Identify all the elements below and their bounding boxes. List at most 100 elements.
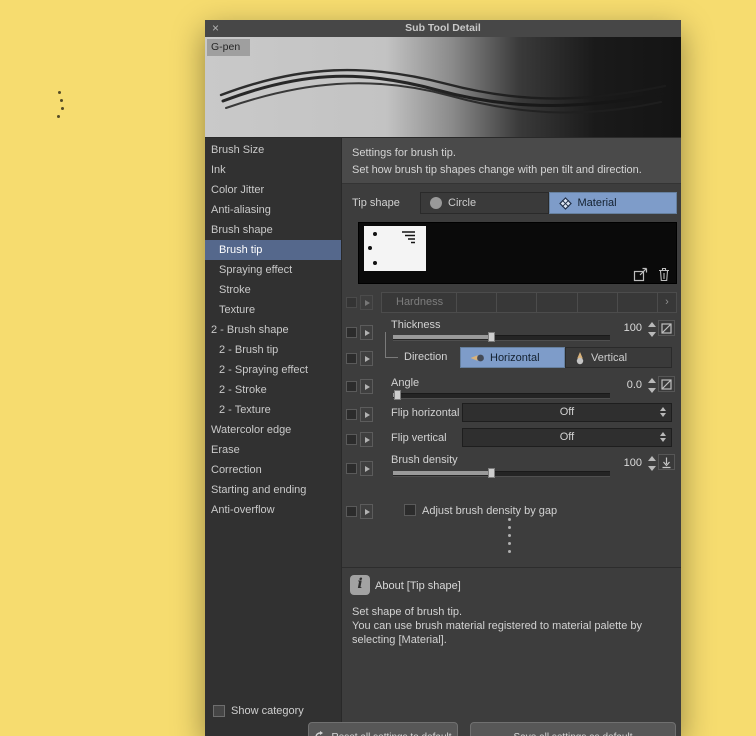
sub-tool-detail-window: × Sub Tool Detail G-pen Brush Size Ink C… xyxy=(205,20,681,736)
direction-expander-button[interactable] xyxy=(360,351,373,366)
brush-density-stepper[interactable] xyxy=(646,456,657,471)
sidebar-item-anti-aliasing[interactable]: Anti-aliasing xyxy=(205,200,341,220)
sidebar-item-anti-overflow[interactable]: Anti-overflow xyxy=(205,500,341,520)
sidebar-item-2-texture[interactable]: 2 - Texture xyxy=(205,400,341,420)
sidebar-item-erase[interactable]: Erase xyxy=(205,440,341,460)
sidebar-item-2-spraying-effect[interactable]: 2 - Spraying effect xyxy=(205,360,341,380)
horizontal-direction-icon xyxy=(470,354,484,361)
sidebar-item-spraying-effect[interactable]: Spraying effect xyxy=(205,260,341,280)
sidebar-item-2-stroke[interactable]: 2 - Stroke xyxy=(205,380,341,400)
thickness-slider-fill xyxy=(393,332,495,342)
sidebar-item-color-jitter[interactable]: Color Jitter xyxy=(205,180,341,200)
brush-density-slider-fill xyxy=(393,468,495,478)
delete-material-button[interactable] xyxy=(655,266,673,282)
no-dynamics-icon xyxy=(661,322,672,334)
reset-button-label: Reset all settings to default xyxy=(331,732,451,736)
brush-density-expander-button[interactable] xyxy=(360,461,373,476)
hardness-label: Hardness xyxy=(396,296,444,308)
brush-density-enable-checkbox[interactable] xyxy=(346,463,357,474)
flip-vertical-dropdown[interactable]: Off xyxy=(462,428,672,447)
direction-vertical-button[interactable]: Vertical xyxy=(565,347,672,368)
angle-dynamics-button[interactable] xyxy=(658,376,675,392)
sidebar-item-2-brush-shape[interactable]: 2 - Brush shape xyxy=(205,320,341,340)
reset-all-settings-button[interactable]: Reset all settings to default xyxy=(308,722,458,736)
thickness-slider-thumb[interactable] xyxy=(487,332,495,342)
flip-vertical-value: Off xyxy=(559,431,575,443)
flip-vertical-expander-button[interactable] xyxy=(360,432,373,447)
sidebar-item-correction[interactable]: Correction xyxy=(205,460,341,480)
angle-slider-thumb[interactable] xyxy=(394,390,402,400)
material-tools xyxy=(632,266,673,282)
more-settings-dots xyxy=(508,518,511,558)
brush-density-dynamics-button[interactable] xyxy=(658,454,675,470)
hardness-enable-checkbox[interactable] xyxy=(346,297,357,308)
adjust-gap-checkbox[interactable] xyxy=(404,504,416,516)
swatch-dot xyxy=(368,246,372,250)
brush-density-slider[interactable] xyxy=(393,466,610,479)
material-list xyxy=(358,222,677,284)
flip-horizontal-dropdown[interactable]: Off xyxy=(462,403,672,422)
brush-stroke-preview: G-pen xyxy=(205,37,681,138)
tip-shape-circle-button[interactable]: Circle xyxy=(420,192,549,214)
sidebar-item-2-brush-tip[interactable]: 2 - Brush tip xyxy=(205,340,341,360)
trash-icon xyxy=(659,267,669,281)
sidebar-item-stroke[interactable]: Stroke xyxy=(205,280,341,300)
hardness-level-cell[interactable] xyxy=(576,293,617,312)
sidebar-item-texture[interactable]: Texture xyxy=(205,300,341,320)
thickness-dynamics-button[interactable] xyxy=(658,320,675,336)
thickness-slider[interactable] xyxy=(393,330,610,343)
show-category-checkbox[interactable] xyxy=(213,705,225,717)
brush-density-value: 100 xyxy=(623,457,642,469)
about-divider xyxy=(342,567,681,568)
group-bracket xyxy=(385,357,398,358)
vertical-button-label: Vertical xyxy=(591,351,628,364)
hardness-level-cell[interactable] xyxy=(616,293,657,312)
save-all-settings-button[interactable]: Save all settings as default xyxy=(470,722,676,736)
about-line-2: You can use brush material registered to… xyxy=(352,620,643,632)
sidebar-item-watercolor-edge[interactable]: Watercolor edge xyxy=(205,420,341,440)
flip-vertical-enable-checkbox[interactable] xyxy=(346,434,357,445)
angle-enable-checkbox[interactable] xyxy=(346,381,357,392)
angle-slider[interactable] xyxy=(393,388,610,401)
thickness-expander-button[interactable] xyxy=(360,325,373,340)
sidebar-item-brush-size[interactable]: Brush Size xyxy=(205,140,341,160)
thickness-stepper[interactable] xyxy=(646,322,657,337)
register-material-button[interactable] xyxy=(632,266,650,282)
show-category-control[interactable]: Show category xyxy=(213,705,304,717)
flip-horizontal-enable-checkbox[interactable] xyxy=(346,409,357,420)
material-swatch[interactable] xyxy=(364,226,426,271)
swatch-dot xyxy=(373,232,377,236)
direction-horizontal-button[interactable]: Horizontal xyxy=(460,347,565,368)
adjust-gap-expander-button[interactable] xyxy=(360,504,373,519)
thickness-value: 100 xyxy=(623,322,642,334)
sidebar-item-brush-tip[interactable]: Brush tip xyxy=(205,240,341,260)
sidebar-item-brush-shape[interactable]: Brush shape xyxy=(205,220,341,240)
title-bar[interactable]: × Sub Tool Detail xyxy=(205,20,681,38)
flip-horizontal-expander-button[interactable] xyxy=(360,407,373,422)
hardness-expander-button[interactable] xyxy=(360,295,373,310)
tip-shape-material-button[interactable]: Material xyxy=(548,192,677,214)
direction-enable-checkbox[interactable] xyxy=(346,353,357,364)
adjust-gap-enable-checkbox[interactable] xyxy=(346,506,357,517)
group-bracket xyxy=(385,332,386,358)
swatch-nib-marks xyxy=(402,231,415,244)
save-button-label: Save all settings as default xyxy=(514,732,633,736)
hardness-level-cell[interactable] xyxy=(536,293,576,312)
register-material-icon xyxy=(633,267,648,281)
thickness-enable-checkbox[interactable] xyxy=(346,327,357,338)
hardness-more-chevron[interactable]: › xyxy=(657,293,676,312)
hardness-level-cell[interactable] xyxy=(496,293,536,312)
window-title: Sub Tool Detail xyxy=(405,22,481,34)
dropdown-chevrons-icon xyxy=(660,432,666,442)
brush-density-label: Brush density xyxy=(391,454,458,466)
hardness-level-cell[interactable] xyxy=(456,293,496,312)
brush-density-slider-thumb[interactable] xyxy=(487,468,495,478)
sidebar-item-starting-and-ending[interactable]: Starting and ending xyxy=(205,480,341,500)
angle-expander-button[interactable] xyxy=(360,379,373,394)
no-dynamics-icon xyxy=(661,378,672,390)
about-line-3: selecting [Material]. xyxy=(352,634,447,646)
close-icon[interactable]: × xyxy=(212,20,219,36)
angle-stepper[interactable] xyxy=(646,378,657,393)
sidebar-item-ink[interactable]: Ink xyxy=(205,160,341,180)
angle-value: 0.0 xyxy=(626,379,642,391)
